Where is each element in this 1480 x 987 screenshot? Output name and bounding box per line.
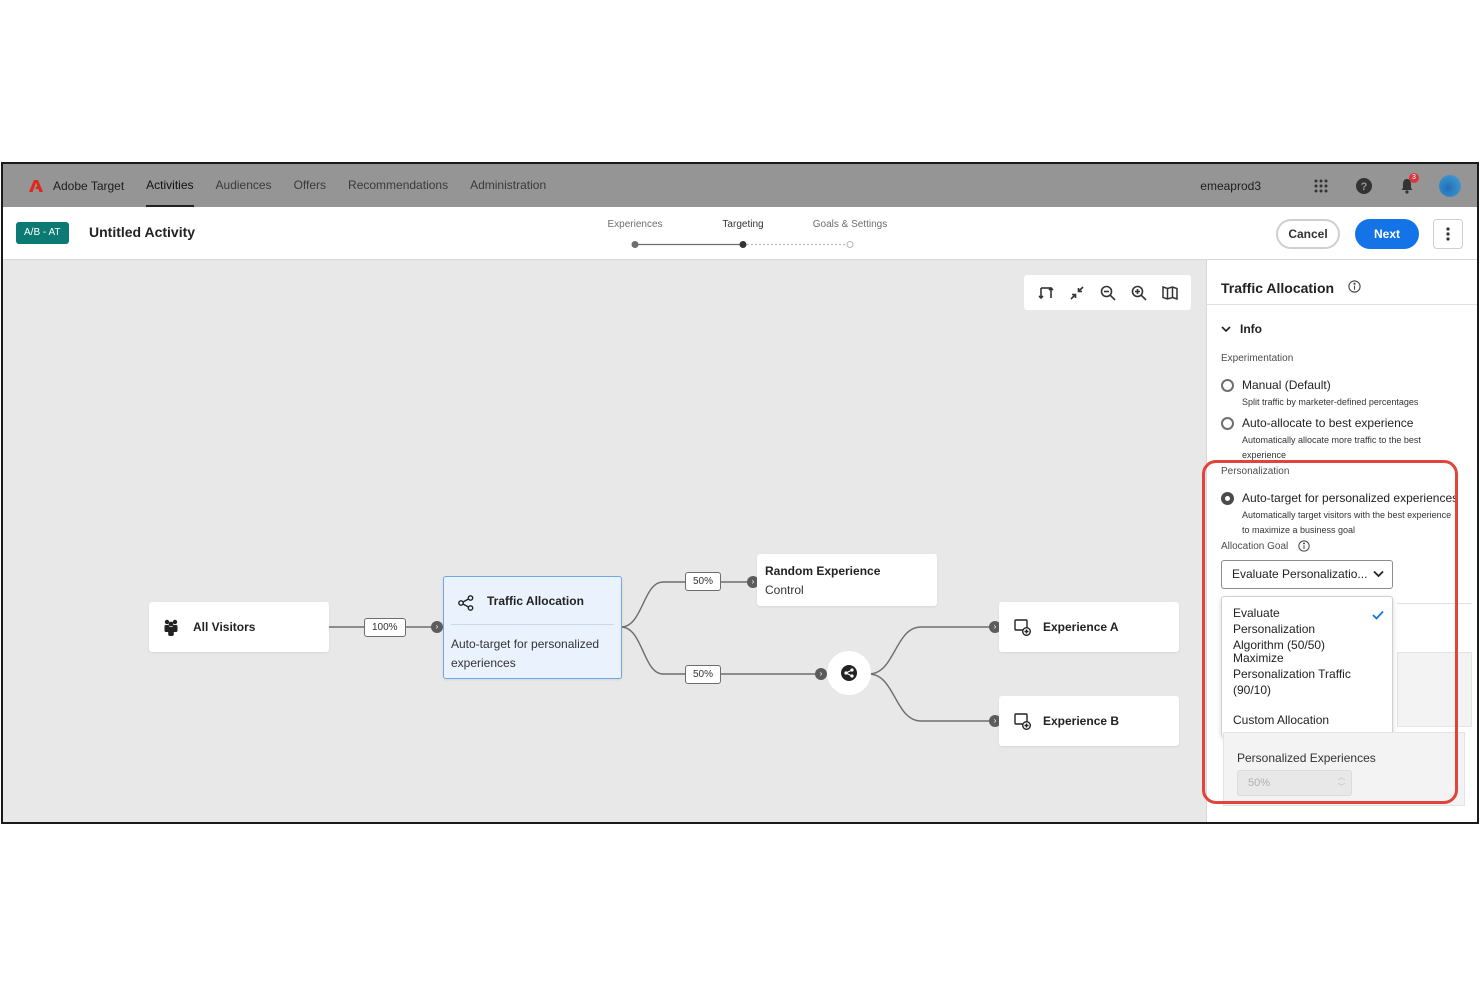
bell-icon[interactable]: 3 — [1396, 172, 1419, 197]
radio-button[interactable] — [1221, 379, 1234, 392]
profile-button[interactable] — [1439, 174, 1461, 197]
info-section-label: Info — [1240, 322, 1262, 336]
step-dot-current — [739, 241, 747, 248]
node-all-visitors-label: All Visitors — [193, 620, 256, 634]
node-divider — [451, 624, 614, 625]
nav-offers[interactable]: Offers — [294, 164, 326, 207]
activity-type-badge: A/B - AT — [16, 222, 69, 244]
next-button[interactable]: Next — [1355, 219, 1419, 249]
background-field-group — [1397, 652, 1472, 727]
brand-name: Adobe Target — [53, 178, 125, 193]
nav-administration[interactable]: Administration — [470, 164, 546, 207]
radio-auto-target-desc: Automatically target visitors with the b… — [1242, 510, 1452, 535]
node-random-experience-title: Random Experience — [765, 564, 881, 578]
step-dot-done — [631, 241, 639, 248]
radio-button-checked[interactable] — [1221, 492, 1234, 505]
node-experience-a-label: Experience A — [1043, 620, 1119, 634]
radio-auto-allocate-desc: Automatically allocate more traffic to t… — [1242, 435, 1421, 460]
personalized-experiences-input: 50% ︿ ﹀ — [1237, 770, 1352, 796]
info-icon[interactable] — [1298, 540, 1310, 552]
radio-auto-target[interactable]: Auto-target for personalized experiences… — [1221, 491, 1476, 537]
node-random-experience-sub: Control — [765, 583, 804, 597]
personalization-label: Personalization — [1221, 466, 1290, 477]
chevron-down-icon — [1221, 326, 1231, 333]
info-section-toggle[interactable]: Info — [1221, 322, 1262, 336]
nav-right: emeaprod3 ? 3 — [1200, 164, 1461, 207]
step-goals-settings[interactable]: Goals & Settings — [813, 219, 887, 230]
activity-header: A/B - AT Untitled Activity Experiences T… — [3, 207, 1477, 260]
node-traffic-allocation-title: Traffic Allocation — [487, 594, 584, 608]
chevron-down-icon — [1373, 570, 1384, 578]
node-random-experience[interactable]: Random Experience Control — [757, 554, 937, 606]
radio-button[interactable] — [1221, 417, 1234, 430]
nav-audiences[interactable]: Audiences — [216, 164, 272, 207]
radio-manual-desc: Split traffic by marketer-defined percen… — [1242, 397, 1419, 407]
nav-recommendations[interactable]: Recommendations — [348, 164, 448, 207]
cancel-button[interactable]: Cancel — [1276, 219, 1340, 249]
radio-auto-target-label: Auto-target for personalized experiences — [1242, 491, 1459, 505]
edge-label-random: 50% — [685, 572, 722, 591]
personalized-experiences-label: Personalized Experiences — [1237, 751, 1376, 765]
node-experience-b[interactable]: Experience B — [999, 696, 1179, 746]
step-experiences[interactable]: Experiences — [607, 219, 662, 230]
allocation-goal-value: Evaluate Personalizatio... — [1232, 567, 1368, 581]
experience-add-icon — [1014, 619, 1031, 636]
radio-auto-allocate-label: Auto-allocate to best experience — [1242, 416, 1414, 430]
edge-label-personalized: 50% — [685, 665, 722, 684]
step-targeting[interactable]: Targeting — [722, 219, 763, 230]
top-nav: Adobe Target Activities Audiences Offers… — [3, 164, 1477, 207]
apps-grid-icon[interactable] — [1310, 175, 1332, 197]
adobe-logo-icon — [29, 179, 43, 192]
org-switcher[interactable]: emeaprod3 — [1200, 179, 1261, 193]
help-icon[interactable]: ? — [1353, 175, 1375, 197]
experience-add-icon — [1014, 713, 1031, 730]
flow-canvas[interactable]: All Visitors 100% › Traffic Allocation A… — [3, 260, 1206, 822]
activity-title[interactable]: Untitled Activity — [89, 224, 195, 240]
panel-title: Traffic Allocation — [1221, 280, 1335, 296]
port-chevron-icon[interactable]: › — [431, 621, 443, 633]
radio-auto-allocate[interactable]: Auto-allocate to best experience Automat… — [1221, 416, 1476, 462]
notification-count: 3 — [1409, 172, 1419, 183]
workflow-stepper: Experiences Targeting Goals & Settings — [606, 219, 906, 249]
people-group-icon — [164, 619, 178, 636]
step-dot-upcoming — [846, 241, 854, 248]
radio-manual[interactable]: Manual (Default) Split traffic by market… — [1221, 378, 1476, 410]
allocation-goal-menu: Evaluate Personalization Algorithm (50/5… — [1221, 596, 1393, 737]
stepper-arrows-icon: ︿ ﹀ — [1338, 774, 1345, 791]
node-personalization-split[interactable] — [827, 651, 871, 695]
personalized-experiences-group: Personalized Experiences 50% ︿ ﹀ — [1223, 732, 1465, 806]
more-options-button[interactable] — [1433, 219, 1463, 249]
properties-panel: Traffic Allocation Info Experimentation … — [1206, 260, 1477, 822]
checkmark-icon — [1372, 610, 1384, 620]
allocation-goal-label: Allocation Goal — [1221, 541, 1289, 552]
avatar — [1439, 174, 1461, 197]
brand[interactable]: Adobe Target — [29, 179, 124, 193]
app-window: Adobe Target Activities Audiences Offers… — [1, 162, 1479, 824]
share-split-icon — [458, 595, 474, 611]
panel-divider — [1397, 603, 1472, 604]
info-icon[interactable] — [1348, 280, 1361, 293]
node-experience-b-label: Experience B — [1043, 714, 1120, 728]
node-all-visitors[interactable]: All Visitors — [149, 602, 329, 652]
personalized-experiences-value: 50% — [1248, 777, 1271, 789]
menu-item-custom[interactable]: Custom Allocation — [1233, 712, 1363, 728]
nav-activities[interactable]: Activities — [146, 164, 194, 207]
experimentation-label: Experimentation — [1221, 353, 1294, 364]
menu-item-maximize[interactable]: Maximize Personalization Traffic (90/10) — [1233, 650, 1353, 698]
edge-label-visitors: 100% — [364, 618, 406, 637]
more-vertical-icon — [1446, 227, 1450, 241]
split-icon — [841, 665, 857, 681]
panel-divider — [1207, 304, 1477, 305]
node-experience-a[interactable]: Experience A — [999, 602, 1179, 652]
port-chevron-icon[interactable]: › — [815, 668, 827, 680]
menu-item-evaluate[interactable]: Evaluate Personalization Algorithm (50/5… — [1233, 605, 1363, 653]
node-traffic-allocation-desc: Auto-target for personalized experiences — [451, 637, 600, 670]
node-traffic-allocation[interactable]: Traffic Allocation Auto-target for perso… — [443, 576, 622, 679]
svg-text:?: ? — [1361, 181, 1368, 193]
allocation-goal-dropdown[interactable]: Evaluate Personalizatio... — [1221, 560, 1393, 589]
radio-manual-label: Manual (Default) — [1242, 378, 1331, 392]
